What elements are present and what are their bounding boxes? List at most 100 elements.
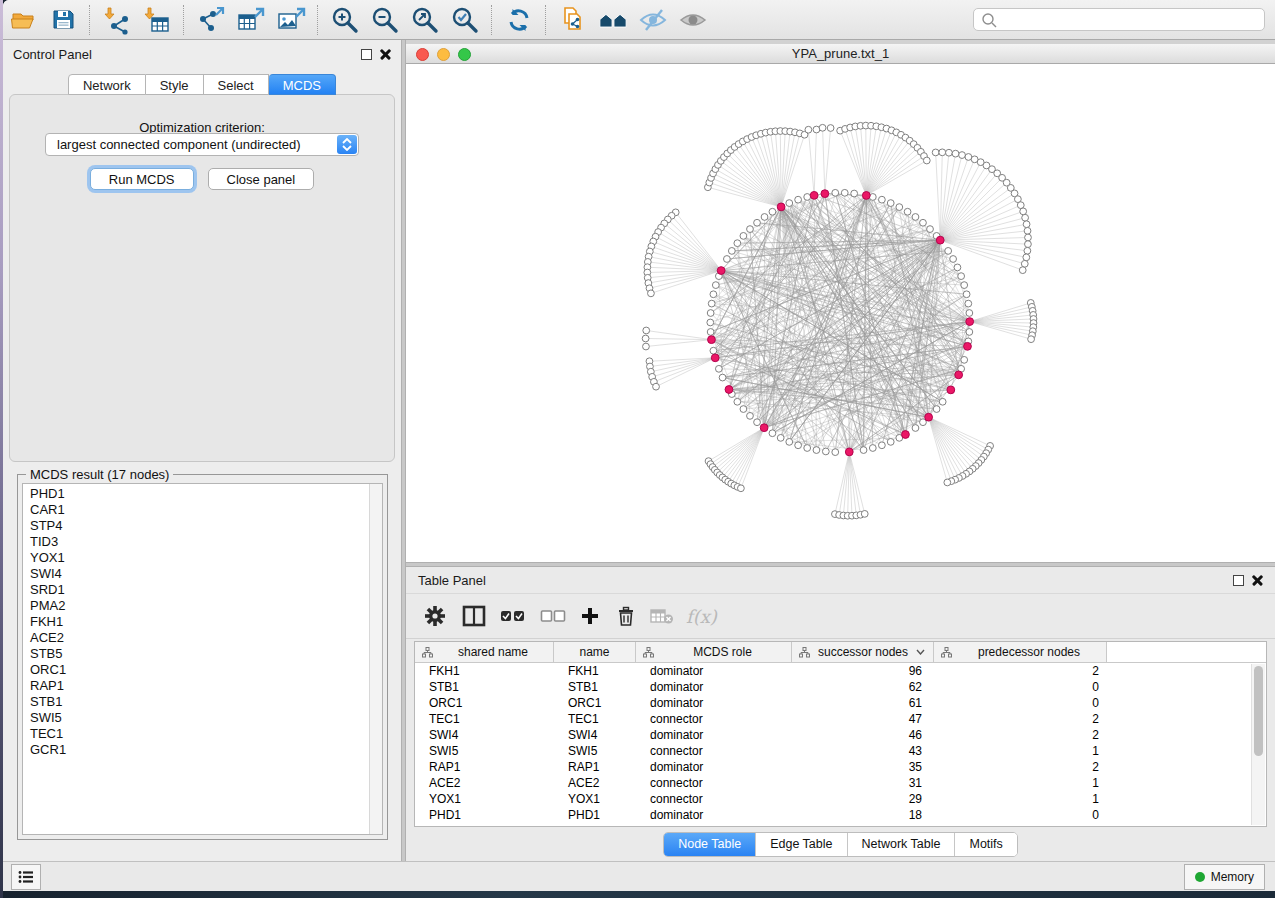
float-panel-button[interactable] [361,49,372,60]
criterion-dropdown[interactable]: largest connected component (undirected) [45,133,359,156]
tab-network[interactable]: Network [68,74,146,95]
graph-hub-node[interactable] [936,236,944,244]
table-row[interactable]: SWI4SWI4dominator462 [415,727,1266,743]
graph-node[interactable] [707,329,714,336]
graph-node[interactable] [769,208,776,215]
show-all-button[interactable] [678,5,708,35]
graph-node[interactable] [761,214,768,221]
graph-node[interactable] [740,233,747,240]
graph-node[interactable] [878,196,885,203]
graph-hub-node[interactable] [760,424,768,432]
graph-leaf-node[interactable] [1028,336,1035,343]
first-neighbors-button[interactable] [598,5,628,35]
table-row[interactable]: SWI5SWI5connector431 [415,743,1266,759]
close-panel-button[interactable] [380,49,391,60]
graph-hub-node[interactable] [964,342,972,350]
graph-node[interactable] [958,273,965,280]
mcds-result-item[interactable]: GCR1 [30,742,382,758]
graph-node[interactable] [822,448,829,455]
memory-button[interactable]: Memory [1184,864,1265,890]
table-row[interactable]: FKH1FKH1dominator962 [415,663,1266,679]
delete-column-button[interactable] [616,601,636,631]
graph-node[interactable] [933,406,940,413]
export-table-button[interactable] [236,5,266,35]
column-header[interactable]: predecessor nodes [934,642,1107,662]
graph-leaf-node[interactable] [819,124,826,131]
graph-node[interactable] [734,240,741,247]
network-window-titlebar[interactable]: YPA_prune.txt_1 [406,44,1275,64]
zoom-out-button[interactable] [370,5,400,35]
mcds-list-scrollbar[interactable] [369,484,382,834]
graph-leaf-node[interactable] [1024,227,1031,234]
graph-node[interactable] [841,189,848,196]
graph-node[interactable] [878,442,885,449]
graph-node[interactable] [707,310,714,317]
graph-leaf-node[interactable] [1020,208,1027,215]
graph-node[interactable] [965,300,972,307]
graph-node[interactable] [860,447,867,454]
tab-node-table[interactable]: Node Table [664,833,755,856]
maximize-window-icon[interactable] [458,48,471,61]
table-row[interactable]: ACE2ACE2connector311 [415,775,1266,791]
show-column-button[interactable] [462,601,486,631]
graph-node[interactable] [734,398,741,405]
graph-leaf-node[interactable] [805,126,812,133]
zoom-fit-button[interactable] [410,5,440,35]
graph-node[interactable] [710,347,717,354]
graph-leaf-node[interactable] [1022,214,1029,221]
mcds-result-item[interactable]: RAP1 [30,678,382,694]
graph-node[interactable] [712,282,719,289]
graph-hub-node[interactable] [708,336,716,344]
graph-node[interactable] [710,291,717,298]
mcds-result-item[interactable]: CAR1 [30,502,382,518]
graph-hub-node[interactable] [925,413,933,421]
graph-node[interactable] [707,319,714,326]
mcds-result-item[interactable]: STP4 [30,518,382,534]
graph-hub-node[interactable] [955,371,963,379]
graph-leaf-node[interactable] [939,149,946,156]
graph-node[interactable] [832,449,839,456]
vertical-splitter[interactable] [401,40,406,861]
table-scrollbar-thumb[interactable] [1254,666,1263,756]
graph-node[interactable] [950,256,957,263]
graph-node[interactable] [887,438,894,445]
graph-node[interactable] [832,189,839,196]
graph-node[interactable] [724,256,731,263]
graph-hub-node[interactable] [711,354,719,362]
graph-node[interactable] [912,214,919,221]
graph-node[interactable] [754,219,761,226]
graph-node[interactable] [966,329,973,336]
graph-node[interactable] [912,425,919,432]
graph-node[interactable] [813,447,820,454]
graph-node[interactable] [786,438,793,445]
graph-node[interactable] [715,365,722,372]
tab-network-table[interactable]: Network Table [847,833,955,856]
graph-leaf-node[interactable] [959,152,966,159]
export-image-button[interactable] [276,5,306,35]
graph-node[interactable] [904,208,911,215]
graph-leaf-node[interactable] [1023,254,1030,261]
network-canvas[interactable] [406,64,1275,562]
column-header[interactable]: successor nodes [792,642,934,662]
graph-node[interactable] [961,282,968,289]
table-row[interactable]: YOX1YOX1connector291 [415,791,1266,807]
mcds-result-item[interactable]: PMA2 [30,598,382,614]
graph-leaf-node[interactable] [737,485,744,492]
table-settings-button[interactable] [424,601,446,631]
zoom-selected-button[interactable] [450,5,480,35]
mcds-result-item[interactable]: TID3 [30,534,382,550]
graph-leaf-node[interactable] [1021,260,1028,267]
graph-node[interactable] [896,204,903,211]
mcds-result-item[interactable]: PHD1 [30,486,382,502]
save-session-button[interactable] [48,5,78,35]
graph-node[interactable] [804,194,811,201]
table-row[interactable]: STB1STB1dominator620 [415,679,1266,695]
tab-edge-table[interactable]: Edge Table [755,833,846,856]
import-network-button[interactable] [102,5,132,35]
mcds-result-item[interactable]: SWI4 [30,566,382,582]
unselect-all-button[interactable] [540,601,566,631]
mcds-result-item[interactable]: YOX1 [30,550,382,566]
import-table-button[interactable] [142,5,172,35]
graph-node[interactable] [945,248,952,255]
graph-hub-node[interactable] [810,191,818,199]
